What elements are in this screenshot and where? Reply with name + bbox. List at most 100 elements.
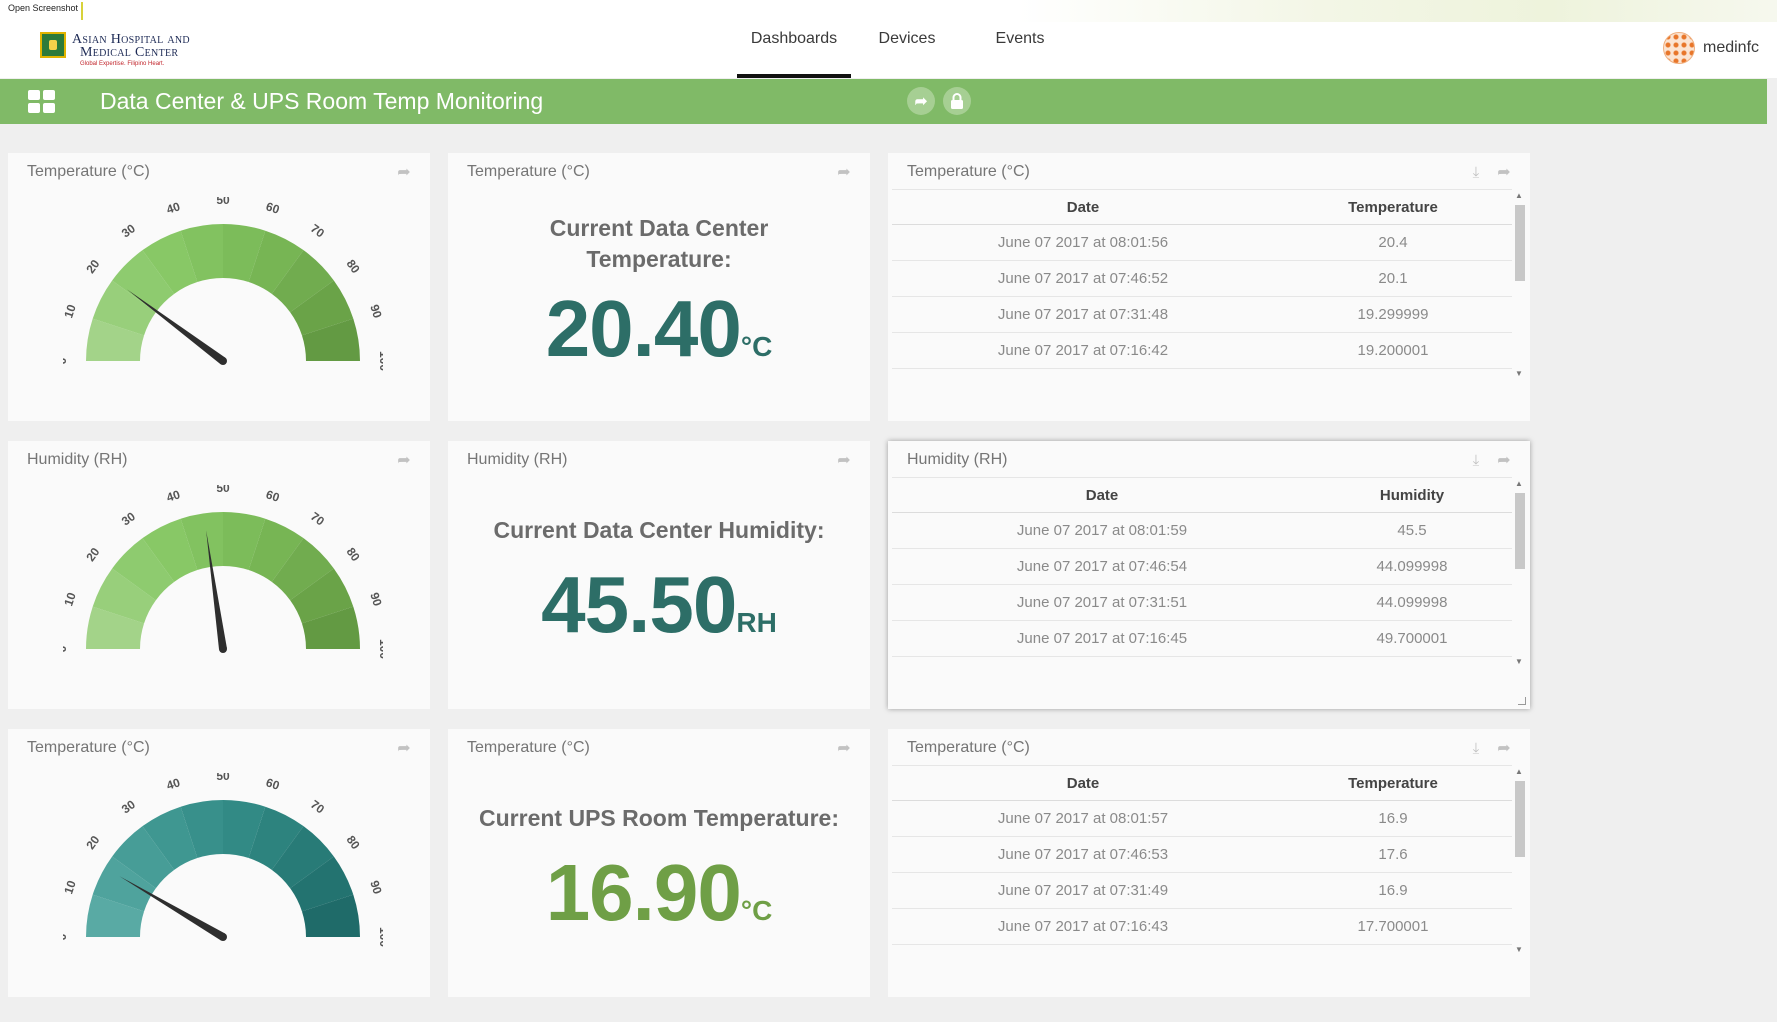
share-widget-icon[interactable]: ➦ bbox=[834, 739, 854, 759]
gauge-tick-label: 80 bbox=[344, 257, 363, 276]
dashboard-grid-icon[interactable] bbox=[28, 90, 56, 114]
lock-dashboard-button[interactable] bbox=[943, 87, 971, 115]
gauge-tick-label: 80 bbox=[344, 545, 363, 564]
value-label: Current Data Center Temperature: bbox=[549, 215, 769, 272]
gauge-tick-label: 20 bbox=[83, 545, 102, 564]
history-table: Date Humidity June 07 2017 at 08:01:59 45… bbox=[892, 477, 1512, 657]
table-cell-date: June 07 2017 at 07:31:48 bbox=[997, 306, 1169, 323]
table-cell-date: June 07 2017 at 07:31:49 bbox=[997, 882, 1169, 899]
overlay-label: Open Screenshot bbox=[8, 3, 79, 13]
share-widget-icon[interactable]: ➦ bbox=[834, 163, 854, 183]
logo-text-line2: Medical Center bbox=[80, 45, 179, 60]
table-row: June 07 2017 at 08:01:57 16.9 bbox=[892, 801, 1512, 837]
scroll-thumb[interactable] bbox=[1515, 781, 1525, 857]
gauge-needle-hub bbox=[219, 357, 227, 365]
table-row: June 07 2017 at 08:01:56 20.4 bbox=[892, 225, 1512, 261]
gauge-tick-label: 100 bbox=[377, 927, 383, 947]
scroll-down-icon[interactable]: ▼ bbox=[1512, 657, 1526, 667]
table-row: June 07 2017 at 07:16:45 49.700001 bbox=[892, 621, 1512, 657]
table-scrollbar[interactable]: ▲ ▼ bbox=[1512, 479, 1526, 667]
widget-title: Temperature (°C) bbox=[467, 163, 590, 180]
gauge-chart: 0 10 20 30 40 50 60 70 80 90 100 bbox=[63, 773, 383, 947]
table-card: Temperature (°C) ⤓ ➦ Date Temperature Ju… bbox=[888, 153, 1530, 421]
nav-events[interactable]: Events bbox=[980, 0, 1060, 78]
scroll-down-icon[interactable]: ▼ bbox=[1512, 945, 1526, 955]
logo-tagline: Global Expertise. Filipino Heart. bbox=[80, 61, 165, 67]
widget-title: Temperature (°C) bbox=[907, 163, 1030, 180]
gauge-needle-hub bbox=[219, 933, 227, 941]
scroll-thumb[interactable] bbox=[1515, 493, 1525, 569]
current-value-unit: RH bbox=[736, 607, 777, 638]
gauge-tick-label: 30 bbox=[119, 221, 138, 240]
widget-title: Temperature (°C) bbox=[27, 739, 150, 756]
column-header-value[interactable]: Temperature bbox=[1274, 199, 1512, 216]
nav-devices[interactable]: Devices bbox=[860, 0, 954, 78]
table-cell-date: June 07 2017 at 07:16:43 bbox=[997, 918, 1169, 935]
table-cell-value: 20.4 bbox=[1378, 234, 1408, 251]
nav-events-label: Events bbox=[995, 30, 1045, 47]
gauge-tick-label: 0 bbox=[63, 645, 69, 652]
gauge-tick-label: 30 bbox=[119, 797, 138, 816]
share-widget-icon[interactable]: ➦ bbox=[1494, 739, 1514, 759]
gauge-tick-label: 40 bbox=[165, 775, 182, 793]
share-icon: ➦ bbox=[914, 93, 928, 110]
nav-devices-label: Devices bbox=[878, 30, 936, 47]
download-icon[interactable]: ⤓ bbox=[1466, 451, 1486, 471]
scroll-thumb[interactable] bbox=[1515, 205, 1525, 281]
table-cell-date: June 07 2017 at 08:01:56 bbox=[997, 234, 1169, 251]
overlay-marker bbox=[81, 2, 83, 20]
table-cell-value: 20.1 bbox=[1378, 270, 1408, 287]
table-row: June 07 2017 at 07:31:49 16.9 bbox=[892, 873, 1512, 909]
user-menu[interactable]: medinfc bbox=[1663, 30, 1759, 66]
current-value-unit: °C bbox=[740, 331, 773, 362]
table-cell-value: 49.700001 bbox=[1376, 630, 1448, 647]
share-widget-icon[interactable]: ➦ bbox=[394, 739, 414, 759]
nav-dashboards[interactable]: Dashboards bbox=[737, 0, 851, 78]
value-label: Current Data Center Humidity: bbox=[493, 517, 825, 543]
gauge-tick-label: 70 bbox=[308, 797, 327, 816]
table-cell-value: 44.099998 bbox=[1376, 594, 1448, 611]
column-header-date[interactable]: Date bbox=[892, 487, 1312, 504]
share-widget-icon[interactable]: ➦ bbox=[834, 451, 854, 471]
column-header-value[interactable]: Temperature bbox=[1274, 775, 1512, 792]
column-header-value[interactable]: Humidity bbox=[1312, 487, 1512, 504]
current-value-number: 45.50 bbox=[541, 560, 737, 649]
table-scrollbar[interactable]: ▲ ▼ bbox=[1512, 767, 1526, 955]
table-scrollbar[interactable]: ▲ ▼ bbox=[1512, 191, 1526, 379]
gauge-tick-label: 50 bbox=[216, 485, 230, 495]
share-widget-icon[interactable]: ➦ bbox=[1494, 163, 1514, 183]
header-background-pattern bbox=[1017, 0, 1777, 22]
gauge-tick-label: 20 bbox=[83, 257, 102, 276]
table-row: June 07 2017 at 07:16:43 17.700001 bbox=[892, 909, 1512, 945]
gauge-tick-label: 60 bbox=[264, 487, 281, 505]
column-header-date[interactable]: Date bbox=[892, 775, 1274, 792]
gauge-tick-label: 50 bbox=[216, 197, 230, 207]
gauge-tick-label: 10 bbox=[63, 878, 79, 895]
share-widget-icon[interactable]: ➦ bbox=[1494, 451, 1514, 471]
top-bar: Open Screenshot Asian Hospital and Medic… bbox=[0, 0, 1777, 78]
widget-title: Temperature (°C) bbox=[27, 163, 150, 180]
share-dashboard-button[interactable]: ➦ bbox=[907, 87, 935, 115]
download-icon[interactable]: ⤓ bbox=[1466, 163, 1486, 183]
column-header-date[interactable]: Date bbox=[892, 199, 1274, 216]
scroll-down-icon[interactable]: ▼ bbox=[1512, 369, 1526, 379]
widget-title: Temperature (°C) bbox=[907, 739, 1030, 756]
widget-title: Humidity (RH) bbox=[27, 451, 128, 468]
table-cell-date: June 07 2017 at 08:01:59 bbox=[1016, 522, 1188, 539]
value-card: Temperature (°C) ➦ Current UPS Room Temp… bbox=[448, 729, 870, 997]
download-icon[interactable]: ⤓ bbox=[1466, 739, 1486, 759]
scroll-up-icon[interactable]: ▲ bbox=[1512, 479, 1526, 489]
scroll-up-icon[interactable]: ▲ bbox=[1512, 191, 1526, 201]
resize-handle-icon[interactable] bbox=[1518, 697, 1526, 705]
share-widget-icon[interactable]: ➦ bbox=[394, 163, 414, 183]
share-widget-icon[interactable]: ➦ bbox=[394, 451, 414, 471]
scroll-up-icon[interactable]: ▲ bbox=[1512, 767, 1526, 777]
current-value: 20.40°C bbox=[448, 283, 870, 375]
gauge-card: Temperature (°C) ➦ 0 10 20 30 40 50 60 70 80 90 10… bbox=[8, 729, 430, 997]
gauge-tick-label: 40 bbox=[165, 199, 182, 217]
gauge-chart: 0 10 20 30 40 50 60 70 80 90 100 bbox=[63, 485, 383, 659]
hospital-logo[interactable]: Asian Hospital and Medical Center Global… bbox=[40, 30, 210, 70]
gauge-needle-hub bbox=[219, 645, 227, 653]
org-avatar bbox=[1663, 32, 1695, 64]
value-label: Current UPS Room Temperature: bbox=[479, 805, 839, 831]
